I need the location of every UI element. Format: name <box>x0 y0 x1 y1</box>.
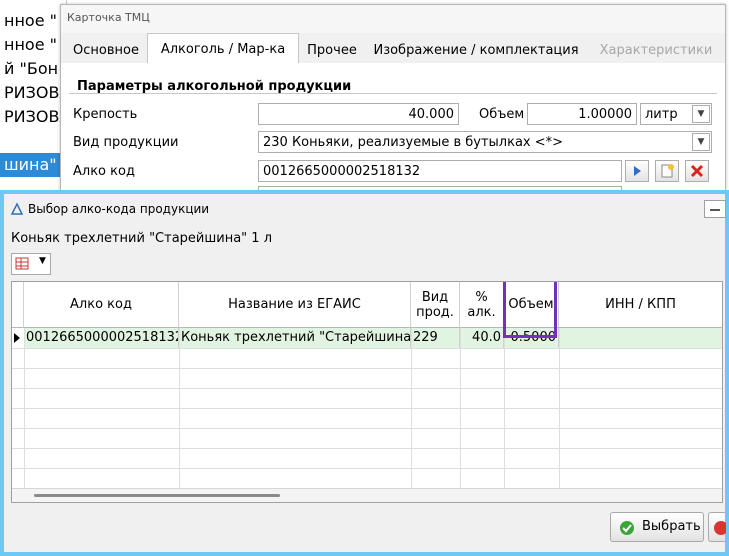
grid-line <box>179 328 180 488</box>
grid-line <box>12 388 722 389</box>
unit-value: литр <box>645 107 678 122</box>
grid-line <box>12 368 722 369</box>
cell-inn-kpp[interactable] <box>559 328 722 348</box>
dialog-title: Выбор алко-кода продукции <box>28 202 210 216</box>
table-settings-icon <box>15 257 29 270</box>
chevron-down-icon[interactable]: ▼ <box>692 105 710 123</box>
product-type-label: Вид продукции <box>73 135 179 150</box>
card-window-title: Карточка ТМЦ <box>61 5 725 33</box>
row-indicator-header <box>12 282 24 328</box>
background-list: нное " нное " й "Бон РИЗОВА РИЗОВА шина" <box>0 0 67 190</box>
cell-alco-code[interactable]: 0012665000002518132 <box>24 328 179 348</box>
alco-code-dialog: Выбор алко-кода продукции Коньяк трехлет… <box>0 190 729 556</box>
background-list-item-selected[interactable]: шина" <box>0 153 66 177</box>
app-icon <box>10 202 24 215</box>
grid-line <box>504 328 505 488</box>
background-list-item[interactable]: нное " <box>4 33 57 57</box>
card-tabs: Основное Алкоголь / Мар-ка Прочее Изобра… <box>61 33 725 64</box>
volume-highlight-box <box>503 282 557 338</box>
grid-line <box>12 408 722 409</box>
strength-label: Крепость <box>73 107 138 122</box>
volume-label: Объем <box>479 107 525 122</box>
tab-image[interactable]: Изображение / комплектация <box>365 37 587 63</box>
new-document-icon <box>661 164 674 178</box>
select-button-label: Выбрать <box>642 519 701 534</box>
unit-select[interactable]: литр ▼ <box>640 103 712 125</box>
tab-other[interactable]: Прочее <box>299 37 365 63</box>
strength-field[interactable]: 40.000 <box>258 103 459 125</box>
checkmark-icon <box>620 521 634 535</box>
product-type-value: 230 Коньяки, реализуемые в бутылках <*> <box>263 135 564 150</box>
row-pointer-icon <box>14 333 20 343</box>
section-title: Параметры алкогольной продукции <box>77 79 352 94</box>
grid-line <box>12 448 722 449</box>
dialog-title-bar: Выбор алко-кода продукции <box>4 194 726 224</box>
background-list-item[interactable]: й "Бон <box>4 57 58 81</box>
minimize-icon <box>710 209 720 211</box>
tab-characteristics: Характеристики <box>599 43 713 58</box>
dialog-body: Коньяк трехлетний "Старейшина" 1 л ▼ Алк… <box>4 224 726 552</box>
background-list-item[interactable]: нное " <box>4 9 57 33</box>
background-list-item[interactable]: РИЗОВА <box>4 105 66 129</box>
card-body: Параметры алкогольной продукции Крепость… <box>61 63 725 194</box>
horizontal-scrollbar[interactable] <box>12 488 722 502</box>
alco-code-label: Алко код <box>73 164 135 179</box>
column-header-alcohol-percent[interactable]: % алк. <box>460 282 504 328</box>
volume-field[interactable]: 1.00000 <box>527 103 637 125</box>
column-header-inn-kpp[interactable]: ИНН / КПП <box>559 282 722 328</box>
section-divider <box>69 93 717 94</box>
alco-code-grid: Алко код Название из ЕГАИС Вид прод. % а… <box>11 281 723 503</box>
grid-line <box>12 428 722 429</box>
product-type-select[interactable]: 230 Коньяки, реализуемые в бутылках <*> … <box>258 131 712 153</box>
column-header-alco-code[interactable]: Алко код <box>24 282 179 328</box>
chevron-down-icon: ▼ <box>39 256 46 266</box>
grid-line <box>460 328 461 488</box>
grid-line <box>559 328 560 488</box>
select-alco-code-button[interactable] <box>625 160 649 182</box>
alco-code-field[interactable]: 0012665000002518132 <box>258 160 622 182</box>
column-header-egais-name[interactable]: Название из ЕГАИС <box>179 282 411 328</box>
grid-line <box>12 468 722 469</box>
cell-egais-name[interactable]: Коньяк трехлетний "Старейшина" <box>179 328 411 348</box>
scrollbar-thumb[interactable] <box>34 494 280 497</box>
cell-alcohol-percent[interactable]: 40.0 <box>460 328 504 348</box>
grid-line <box>12 348 722 349</box>
new-alco-code-button[interactable] <box>655 160 679 182</box>
delete-alco-code-button[interactable] <box>685 160 709 182</box>
product-card-window: Карточка ТМЦ Основное Алкоголь / Мар-ка … <box>60 4 726 194</box>
grid-line <box>411 328 412 488</box>
background-list-item[interactable]: РИЗОВА <box>4 81 66 105</box>
chevron-down-icon[interactable]: ▼ <box>692 133 710 151</box>
tab-main[interactable]: Основное <box>65 37 147 63</box>
cancel-icon <box>714 521 726 535</box>
tab-alcohol[interactable]: Алкоголь / Мар-ка <box>147 33 299 64</box>
grid-settings-button[interactable]: ▼ <box>11 253 51 275</box>
play-icon <box>634 166 641 176</box>
product-name: Коньяк трехлетний "Старейшина" 1 л <box>11 231 273 246</box>
cell-product-type[interactable]: 229 <box>411 328 460 348</box>
grid-line <box>24 328 25 488</box>
minimize-button[interactable] <box>704 200 726 218</box>
select-button[interactable]: Выбрать <box>610 512 704 542</box>
column-header-product-type[interactable]: Вид прод. <box>411 282 460 328</box>
delete-x-icon <box>690 164 704 178</box>
cancel-button[interactable] <box>708 512 726 542</box>
